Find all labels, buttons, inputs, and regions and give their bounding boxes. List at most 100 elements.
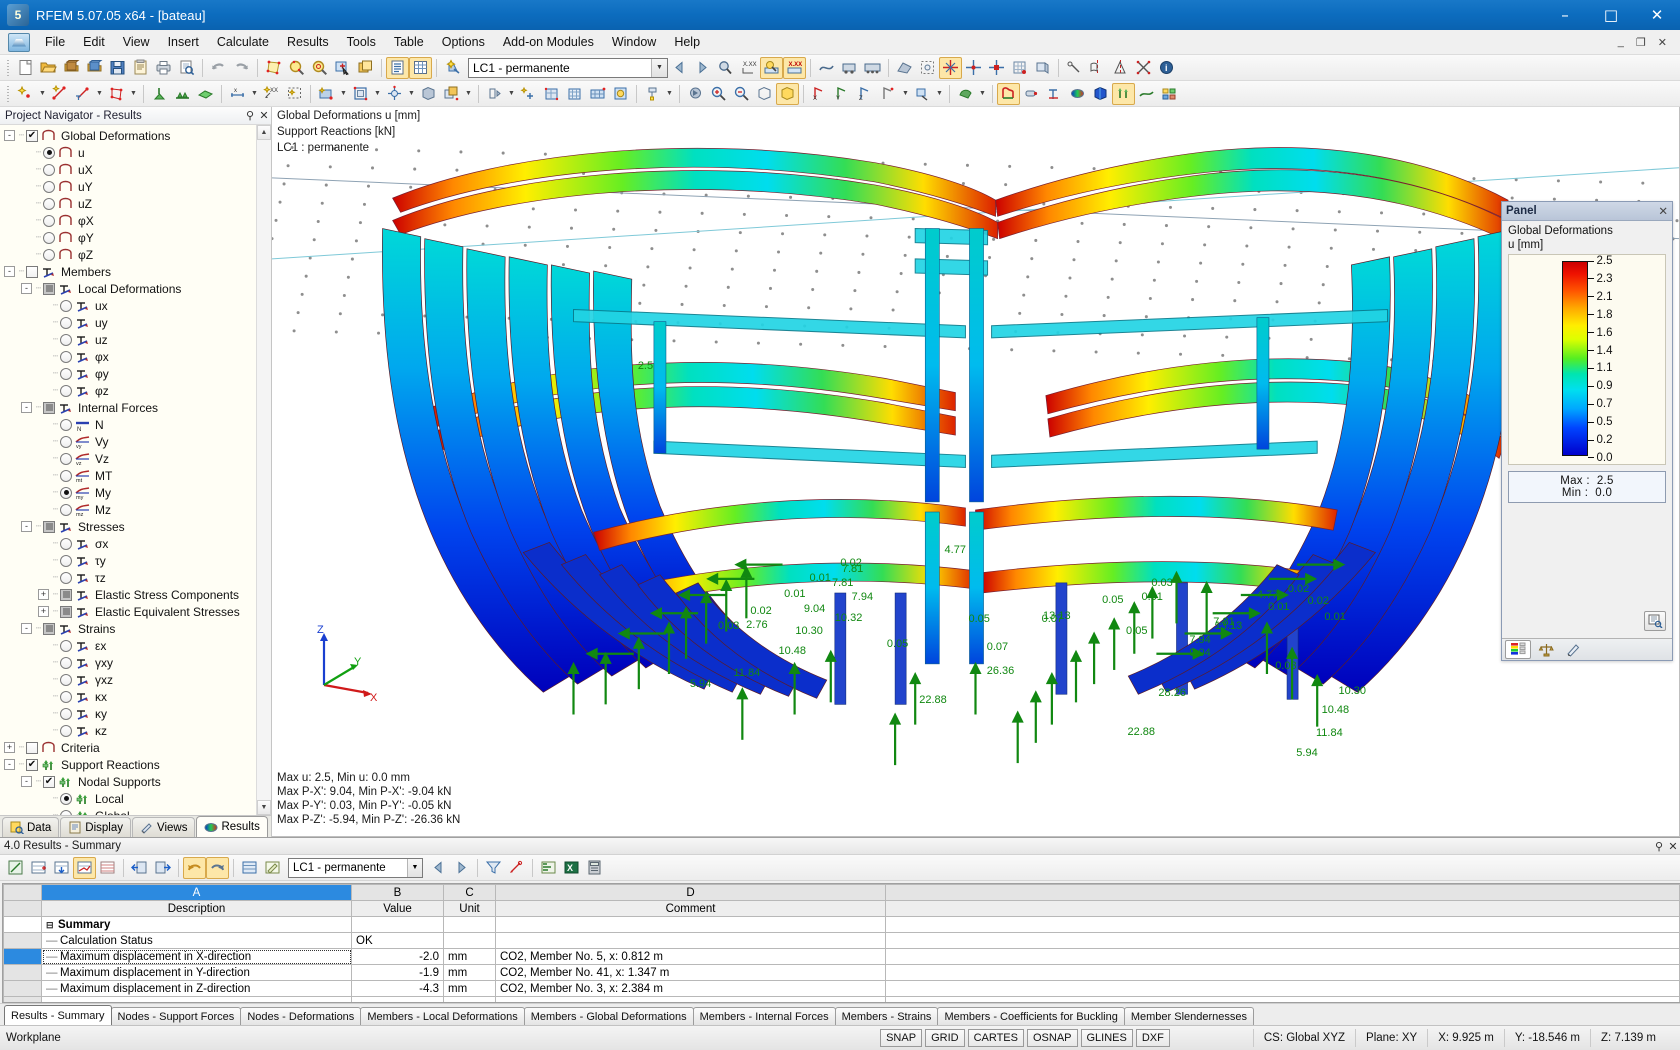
tree-item-z[interactable]: ┄ φz [0,382,271,399]
grid-settings-button[interactable] [1008,57,1031,79]
tree-checkbox[interactable] [43,401,55,414]
column-letter-empty[interactable] [885,884,1680,901]
copy-objects-dropdown[interactable]: ▼ [463,83,474,105]
tree-item-xy[interactable]: ┄ γxy [0,654,271,671]
view-y-button[interactable]: Y [831,83,854,105]
data-tab-nodes-support-forces[interactable]: Nodes - Support Forces [110,1007,242,1025]
menu-help[interactable]: Help [665,32,709,52]
deformation-display-button[interactable] [815,57,838,79]
surface-results-button[interactable] [1066,83,1089,105]
tree-expander[interactable]: - [21,283,32,294]
table-edit-cell-button[interactable] [261,857,284,879]
tree-checkbox[interactable] [43,622,55,635]
tree-radio[interactable] [60,316,72,329]
pin-icon[interactable]: ⚲ [243,109,257,122]
paint-dropdown[interactable]: ▼ [664,83,675,105]
show-values-button[interactable] [714,57,737,79]
tree-radio[interactable] [43,197,55,210]
table-next-lc-button[interactable] [450,857,473,879]
tree-item-x[interactable]: ┄ εx [0,637,271,654]
tree-item-uy[interactable]: ┄ uy [0,314,271,331]
member-results-button[interactable] [1043,83,1066,105]
tree-radio[interactable] [60,486,72,499]
tree-item-y[interactable]: ┄ κy [0,705,271,722]
show-support-button[interactable] [962,57,985,79]
model-canvas[interactable]: Global Deformations u [mm] Support React… [272,107,1680,837]
status-toggle-cartes[interactable]: CARTES [967,1029,1024,1047]
mdi-close-button[interactable]: ✕ [1653,36,1672,49]
tree-radio[interactable] [60,792,72,805]
cell-spare[interactable] [885,932,1680,949]
tree-expander[interactable]: - [21,776,32,787]
window-minimize-button[interactable]: – [1542,0,1588,30]
cell-spare[interactable] [885,916,1680,933]
cell-spare[interactable] [885,980,1680,997]
row-header[interactable] [3,948,42,965]
tree-checkbox[interactable] [26,741,38,754]
tree-radio[interactable] [60,299,72,312]
table-row[interactable]: — Calculation Status OK [3,932,1680,949]
new-member-button[interactable] [71,83,94,105]
nav-tab-results[interactable]: Results [196,816,268,837]
tree-radio[interactable] [60,554,72,567]
mdi-restore-button[interactable]: ❐ [1631,36,1651,49]
cell-comment[interactable]: CO2, Member No. 3, x: 2.384 m [495,980,886,997]
tree-radio[interactable] [60,656,72,669]
save-button[interactable] [106,57,129,79]
cell-comment[interactable]: CO2, Member No. 5, x: 0.812 m [495,948,886,965]
new-line-button[interactable] [48,83,71,105]
status-toggle-glines[interactable]: GLINES [1080,1029,1133,1047]
display-frame-button[interactable] [349,83,372,105]
rotate-view-dropdown[interactable]: ▼ [406,83,417,105]
mirror-objects-dropdown[interactable]: ▼ [506,83,517,105]
tree-item-members[interactable]: - ┄ Members [0,263,271,280]
table-filter-button[interactable] [96,857,119,879]
table-row[interactable]: — Maximum displacement in X-direction -2.0… [3,948,1680,965]
select-region-button[interactable] [283,83,306,105]
data-tab-results-summary[interactable]: Results - Summary [4,1005,112,1025]
cell-description[interactable]: — Calculation Status [41,932,352,949]
table-undo-button[interactable] [183,856,206,879]
symmetry-button[interactable] [1109,57,1132,79]
copy-view-button[interactable] [354,57,377,79]
tree-radio[interactable] [60,367,72,380]
solid-results-button[interactable] [1089,83,1112,105]
print-button[interactable] [152,57,175,79]
cell-unit[interactable]: mm [443,964,496,981]
tree-checkbox[interactable] [60,605,72,618]
data-tab-members-coefficients-for-buckling[interactable]: Members - Coefficients for Buckling [937,1007,1125,1025]
tree-checkbox[interactable]: ✔ [26,129,38,142]
tree-radio[interactable] [43,231,55,244]
tree-expander[interactable]: - [21,623,32,634]
menu-results[interactable]: Results [278,32,338,52]
tree-expander[interactable]: + [38,606,49,617]
notes-button[interactable] [129,57,152,79]
tree-item-mt[interactable]: ┄ mt MT [0,467,271,484]
zoom-circle-button[interactable] [308,57,331,79]
table-insert-row-button[interactable] [27,857,50,879]
zoom-window-button[interactable] [285,57,308,79]
info-button[interactable]: i [1155,57,1178,79]
cell-unit[interactable]: mm [443,980,496,997]
tree-radio[interactable] [60,503,72,516]
tree-expander[interactable]: + [4,742,15,753]
solid-view-button[interactable] [417,83,440,105]
panel-tab-scales[interactable] [1533,640,1559,659]
new-nodal-support-button[interactable] [148,83,171,105]
toolbar-grip-2[interactable] [5,84,11,104]
select-special-button[interactable] [331,57,354,79]
panel-tab-factors[interactable] [1561,640,1587,659]
new-line-support-button[interactable] [171,83,194,105]
tree-item-global-deformations[interactable]: - ┄ ✔ Global Deformations [0,127,271,144]
perspective-button[interactable] [911,83,934,105]
visibility-button[interactable] [954,83,977,105]
table-pin-icon[interactable]: ⚲ [1652,840,1666,853]
tree-radio[interactable] [60,809,72,815]
close-icon[interactable]: ✕ [257,109,271,122]
tree-expander[interactable]: - [4,130,15,141]
tree-item-y[interactable]: ┄ τy [0,552,271,569]
table-annotate-button[interactable] [505,857,528,879]
scroll-down-icon[interactable]: ▼ [257,800,271,815]
data-tab-members-strains[interactable]: Members - Strains [834,1007,939,1025]
tree-expander[interactable]: - [21,402,32,413]
